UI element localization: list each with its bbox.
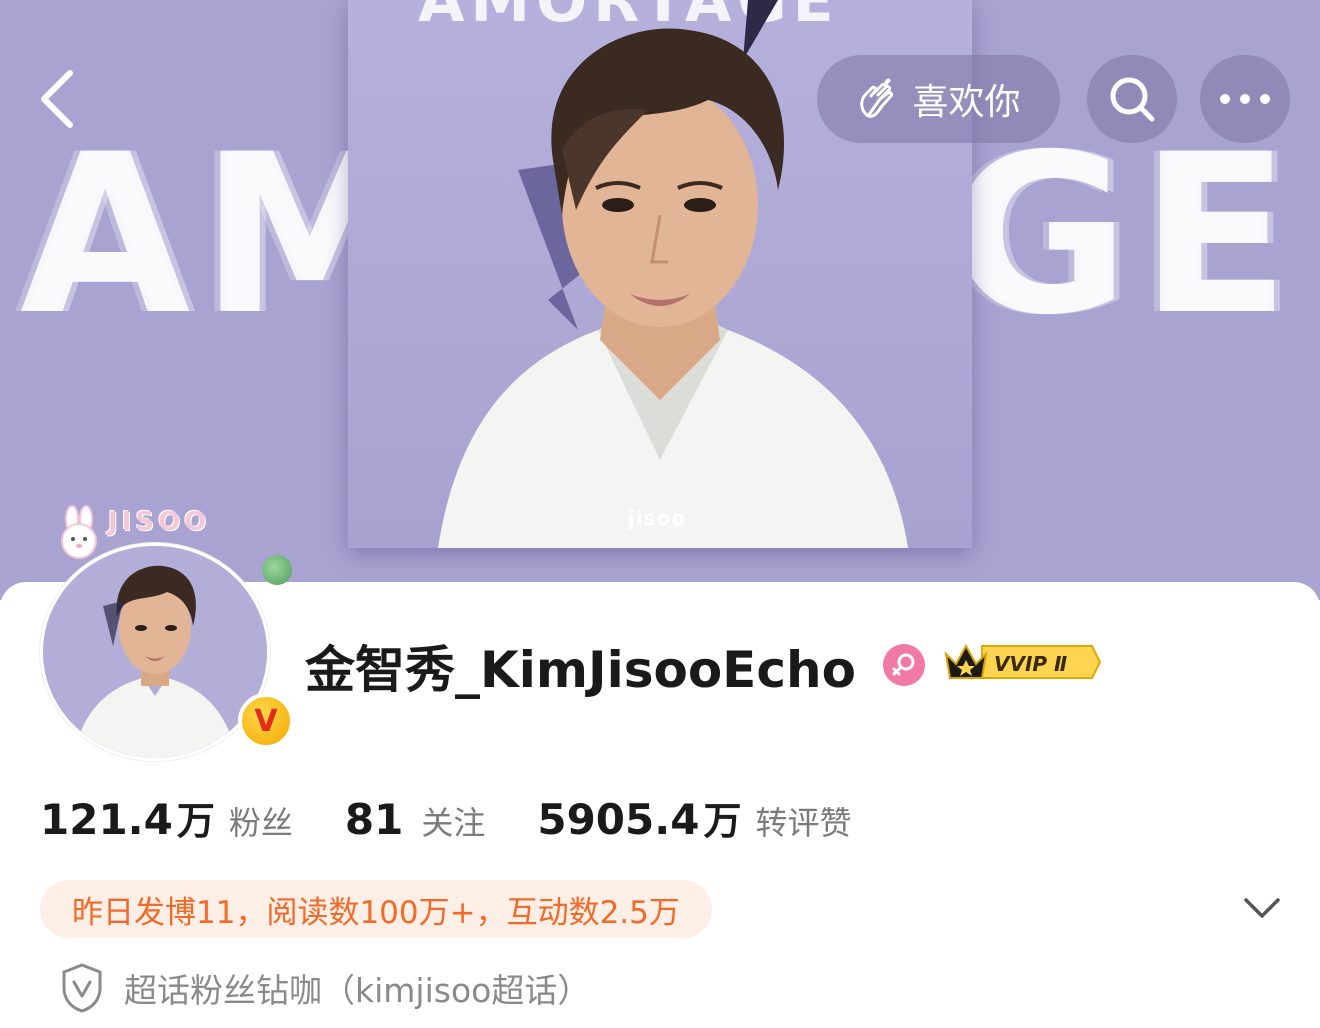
supertopic-rank[interactable]: 超话粉丝钻咖（kimjisoo超话）: [60, 962, 590, 1014]
chevron-down-icon: [1244, 898, 1280, 918]
vvip-crown-icon: VVIP Ⅱ: [944, 643, 1102, 679]
more-dots-icon: [1220, 94, 1270, 104]
engagement-unit: 万: [703, 799, 742, 843]
like-you-button[interactable]: 喜欢你: [817, 55, 1060, 143]
vvip-label: VVIP Ⅱ: [994, 652, 1067, 676]
stat-following[interactable]: 81 关注: [345, 795, 485, 844]
username: 金智秀_KimJisooEcho: [305, 641, 856, 699]
engagement-count: 5905.4: [537, 795, 700, 844]
supertopic-text: 超话粉丝钻咖（kimjisoo超话）: [124, 971, 591, 1010]
followers-count: 121.4: [40, 795, 173, 844]
female-icon: [883, 644, 925, 686]
stat-engagement[interactable]: 5905.4 万 转评赞: [537, 790, 851, 845]
avatar-frame-ball-icon: [262, 555, 292, 585]
verified-v-label: V: [254, 703, 278, 739]
cover-watermark: jisoo: [628, 506, 687, 530]
shield-v-icon: [62, 963, 102, 1013]
engagement-label: 转评赞: [755, 804, 852, 842]
following-label: 关注: [421, 804, 486, 842]
followers-label: 粉丝: [228, 804, 293, 842]
like-you-label: 喜欢你: [912, 82, 1021, 123]
stat-followers[interactable]: 121.4 万 粉丝: [40, 790, 293, 845]
search-button[interactable]: [1087, 55, 1177, 143]
search-icon: [1110, 77, 1155, 122]
vvip-badge[interactable]: VVIP Ⅱ: [942, 640, 1102, 684]
following-count: 81: [344, 795, 404, 844]
back-button[interactable]: [26, 64, 86, 134]
love-hand-icon: [860, 78, 894, 118]
activity-summary[interactable]: 昨日发博11，阅读数100万+，互动数2.5万: [40, 880, 712, 938]
female-symbol-icon: [892, 653, 915, 676]
avatar-container[interactable]: JISOO V: [38, 505, 294, 761]
verified-badge: V: [238, 693, 294, 749]
followers-unit: 万: [176, 799, 215, 843]
avatar-frame-text: JISOO: [108, 507, 211, 537]
activity-text: 昨日发博11，阅读数100万+，互动数2.5万: [72, 894, 680, 931]
chevron-left-icon: [41, 70, 73, 128]
avatar-portrait-image: [43, 546, 267, 758]
stats-row: 121.4 万 粉丝 81 关注 5905.4 万 转评赞: [40, 790, 903, 845]
expand-button[interactable]: [1238, 888, 1286, 928]
more-button[interactable]: [1200, 55, 1290, 143]
avatar[interactable]: [40, 543, 270, 761]
